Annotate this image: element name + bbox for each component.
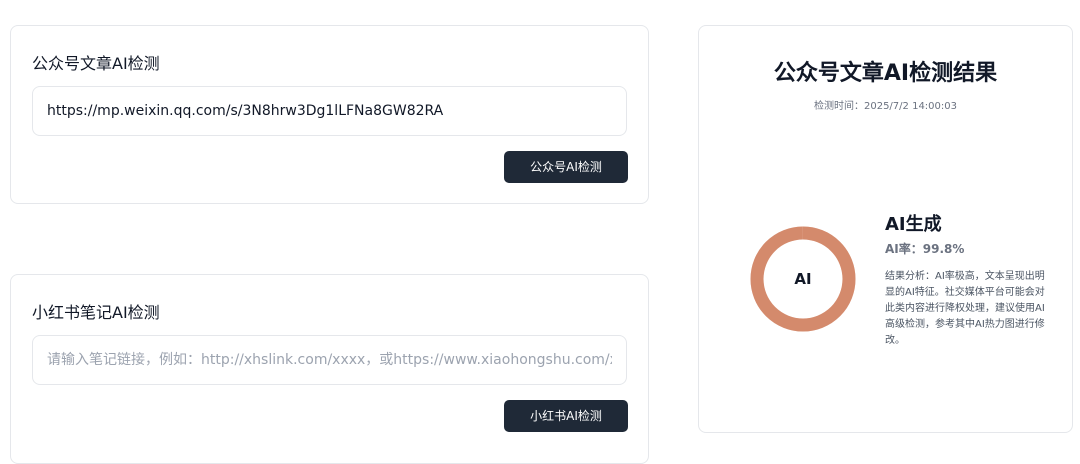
donut-center-label: AI bbox=[794, 270, 811, 288]
analysis-label: 结果分析： bbox=[885, 271, 935, 282]
result-title: 公众号文章AI检测结果 bbox=[773, 61, 998, 86]
wechat-detect-card: 公众号文章AI检测 公众号AI检测 bbox=[10, 25, 649, 204]
xiaohongshu-url-input[interactable] bbox=[32, 335, 627, 385]
analysis-text: AI率极高，文本呈现出明显的AI特征。社交媒体平台可能会对此类内容进行降权处理，… bbox=[885, 271, 1045, 346]
result-analysis: 结果分析：AI率极高，文本呈现出明显的AI特征。社交媒体平台可能会对此类内容进行… bbox=[885, 269, 1049, 349]
wechat-detect-button[interactable]: 公众号AI检测 bbox=[504, 151, 628, 183]
xiaohongshu-card-title: 小红书笔记AI检测 bbox=[32, 303, 160, 322]
wechat-url-input[interactable] bbox=[32, 86, 627, 136]
xiaohongshu-detect-button[interactable]: 小红书AI检测 bbox=[504, 400, 628, 432]
result-card: 公众号文章AI检测结果 检测时间：2025/7/2 14:00:03 AI AI… bbox=[698, 25, 1073, 433]
ai-rate-label: AI率： bbox=[885, 242, 923, 256]
xiaohongshu-detect-card: 小红书笔记AI检测 小红书AI检测 bbox=[10, 274, 649, 464]
ai-rate-value: 99.8% bbox=[922, 242, 965, 256]
detect-time-value: 2025/7/2 14:00:03 bbox=[863, 101, 957, 112]
verdict-label: AI生成 bbox=[885, 214, 942, 235]
ai-rate-donut-chart: AI bbox=[750, 226, 856, 332]
wechat-card-title: 公众号文章AI检测 bbox=[32, 54, 160, 73]
ai-rate: AI率：99.8% bbox=[885, 240, 964, 257]
detect-time-label: 检测时间： bbox=[813, 101, 864, 112]
detect-time: 检测时间：2025/7/2 14:00:03 bbox=[699, 97, 1072, 112]
